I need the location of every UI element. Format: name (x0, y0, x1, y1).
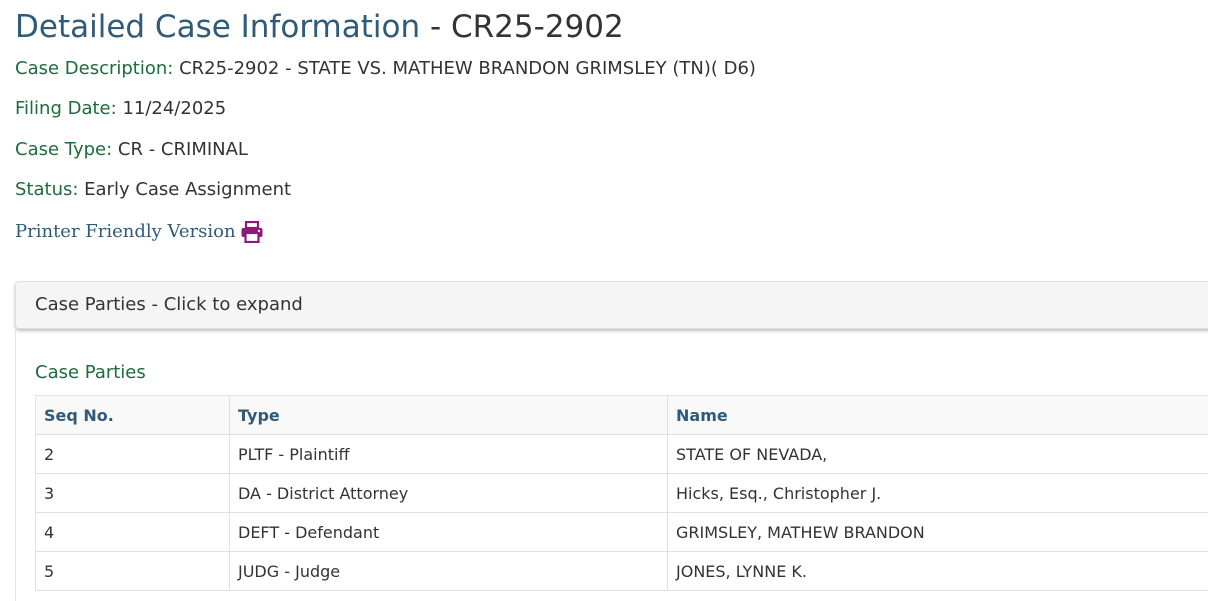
case-description-value: CR25-2902 - STATE VS. MATHEW BRANDON GRI… (179, 58, 756, 79)
case-description-label: Case Description: (15, 58, 173, 79)
page-title-separator: - (420, 9, 451, 45)
table-header-row: Seq No. Type Name (36, 396, 1208, 435)
cell-type: JUDG - Judge (230, 552, 668, 591)
case-parties-table: Seq No. Type Name 2 PLTF - Plaintiff STA… (35, 395, 1208, 591)
filing-date: Filing Date: 11/24/2025 (15, 97, 226, 121)
printer-friendly-link[interactable]: Printer Friendly Version (15, 219, 264, 245)
table-row: 5 JUDG - Judge JONES, LYNNE K. (36, 552, 1208, 591)
case-number: CR25-2902 (451, 9, 624, 45)
filing-date-value: 11/24/2025 (122, 98, 226, 119)
case-type-value: CR - CRIMINAL (118, 139, 248, 160)
column-header-type: Type (230, 396, 668, 435)
page-title: Detailed Case Information - CR25-2902 (15, 6, 624, 48)
status-label: Status: (15, 179, 78, 200)
cell-name: STATE OF NEVADA, (668, 435, 1208, 474)
cell-type: DA - District Attorney (230, 474, 668, 513)
case-status: Status: Early Case Assignment (15, 178, 291, 202)
cell-name: JONES, LYNNE K. (668, 552, 1208, 591)
cell-seq: 4 (36, 513, 230, 552)
cell-name: Hicks, Esq., Christopher J. (668, 474, 1208, 513)
case-parties-heading: Case Parties (35, 361, 146, 385)
page-title-main: Detailed Case Information (15, 9, 420, 45)
cell-seq: 5 (36, 552, 230, 591)
printer-friendly-label: Printer Friendly Version (15, 219, 236, 245)
table-row: 3 DA - District Attorney Hicks, Esq., Ch… (36, 474, 1208, 513)
column-header-seq: Seq No. (36, 396, 230, 435)
table-row: 4 DEFT - Defendant GRIMSLEY, MATHEW BRAN… (36, 513, 1208, 552)
case-type: Case Type: CR - CRIMINAL (15, 138, 248, 162)
table-row: 2 PLTF - Plaintiff STATE OF NEVADA, (36, 435, 1208, 474)
filing-date-label: Filing Date: (15, 98, 117, 119)
case-parties-accordion-toggle[interactable]: Case Parties - Click to expand (15, 281, 1208, 329)
status-value: Early Case Assignment (84, 179, 291, 200)
cell-seq: 2 (36, 435, 230, 474)
accordion-header-label: Case Parties - Click to expand (35, 293, 303, 317)
cell-seq: 3 (36, 474, 230, 513)
case-type-label: Case Type: (15, 139, 112, 160)
cell-type: DEFT - Defendant (230, 513, 668, 552)
cell-type: PLTF - Plaintiff (230, 435, 668, 474)
column-header-name: Name (668, 396, 1208, 435)
case-description: Case Description: CR25-2902 - STATE VS. … (15, 57, 756, 81)
cell-name: GRIMSLEY, MATHEW BRANDON (668, 513, 1208, 552)
printer-icon[interactable] (240, 221, 264, 243)
